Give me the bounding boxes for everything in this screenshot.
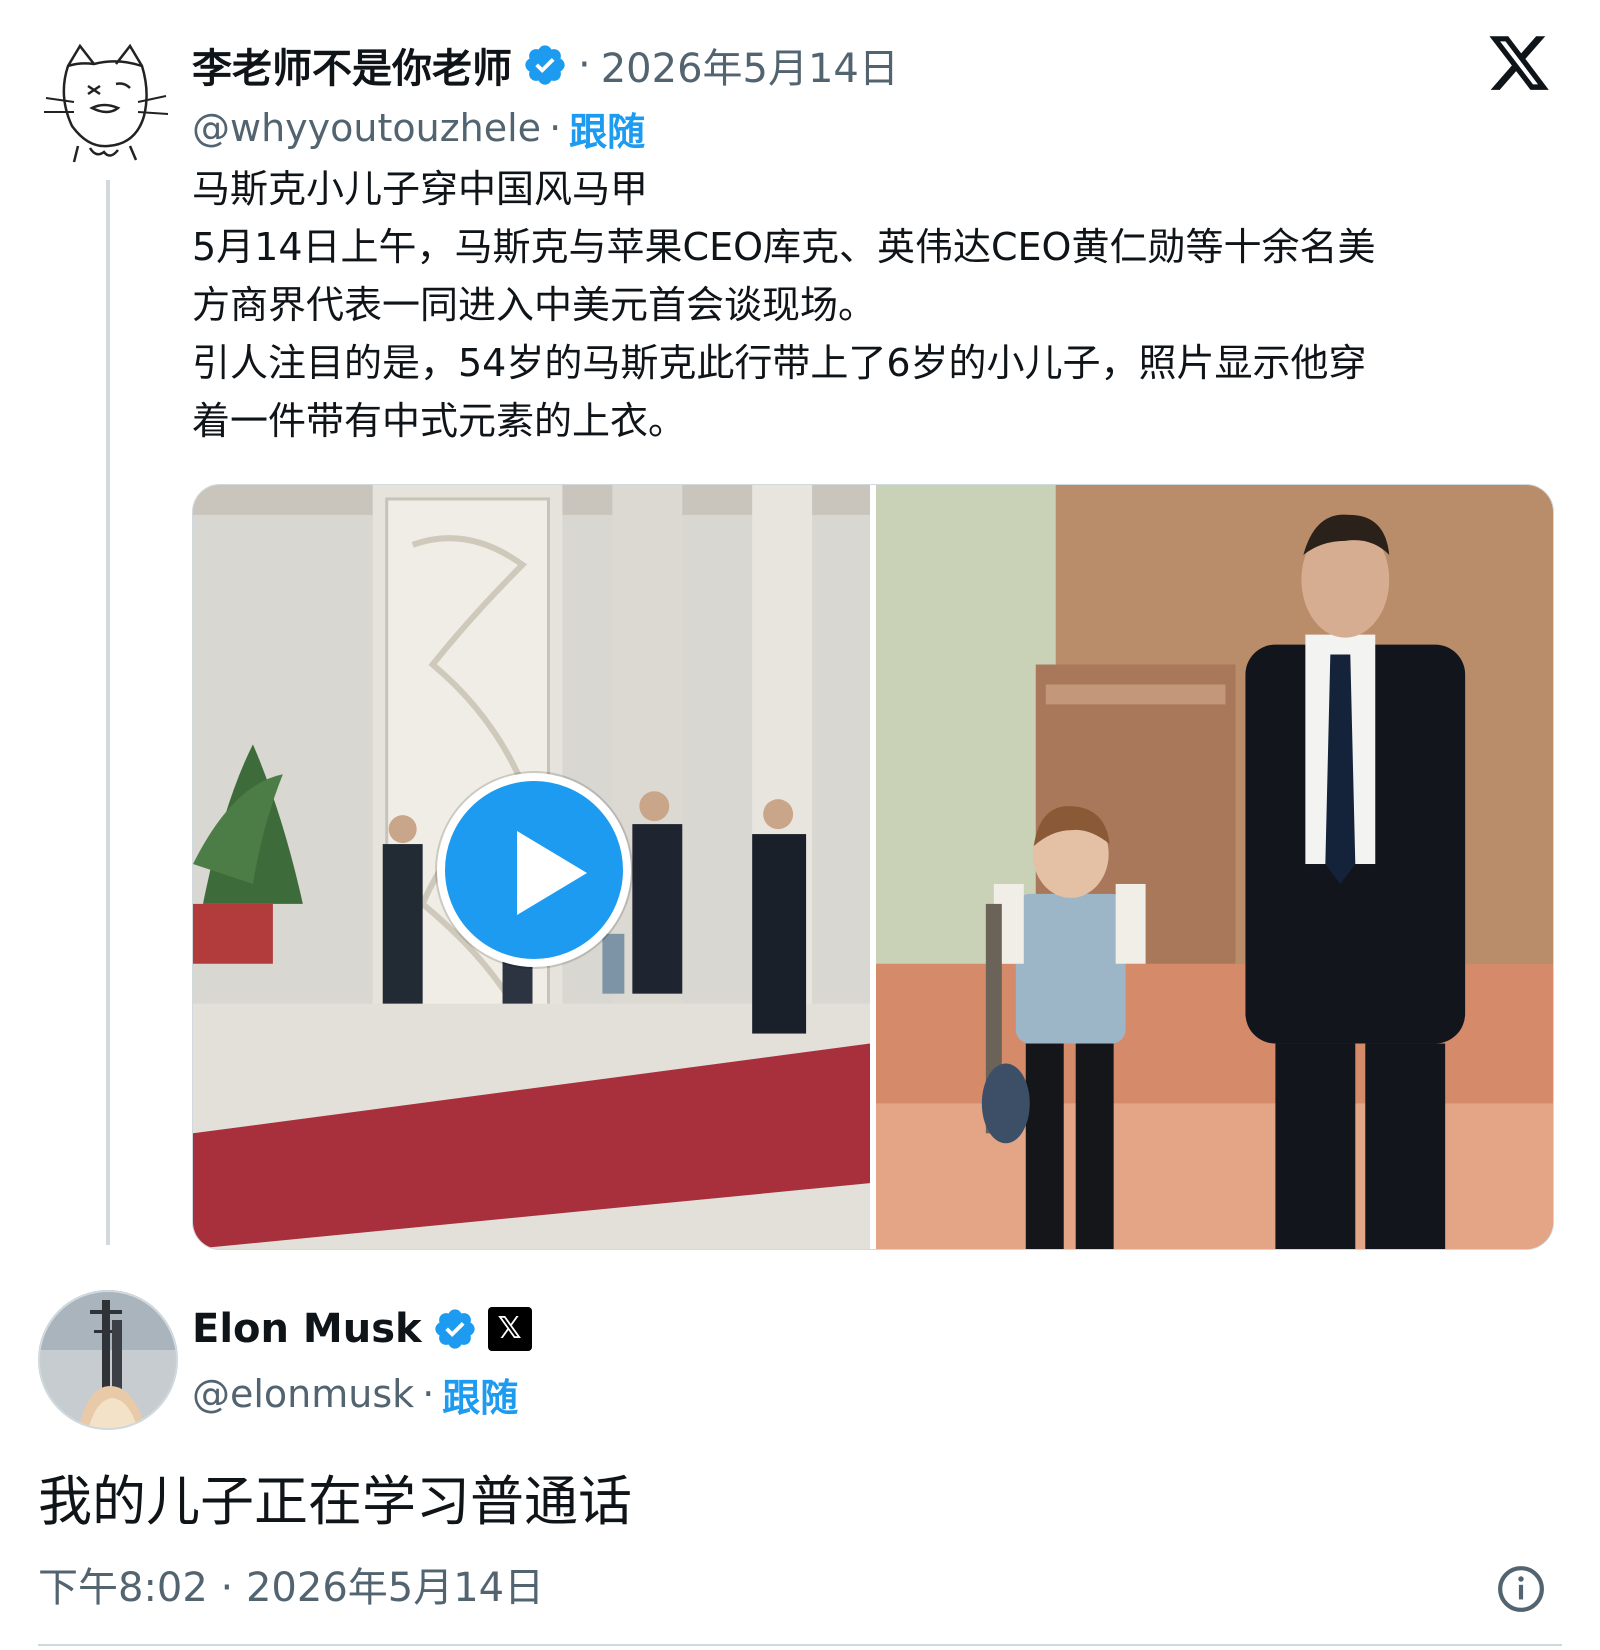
quoted-tweet-date[interactable]: 2026年5月14日 [601, 36, 899, 94]
video-thumbnail[interactable] [193, 485, 870, 1249]
follow-button[interactable]: 跟随 [569, 101, 645, 156]
handle-separator: · [549, 106, 562, 150]
quoted-text-line: 着一件带有中式元素的上衣。 [192, 399, 687, 443]
play-icon[interactable] [437, 773, 631, 967]
divider [38, 1644, 1562, 1646]
quoted-author-name[interactable]: 李老师不是你老师 [192, 36, 512, 94]
author-avatar[interactable] [38, 1290, 178, 1430]
info-icon[interactable] [1496, 1564, 1546, 1614]
header-separator: · [578, 42, 591, 88]
x-logo-icon[interactable] [1486, 30, 1552, 96]
main-tweet-header: Elon Musk 𝕏 [192, 1300, 532, 1358]
quoted-text-line: 引人注目的是，54岁的马斯克此行带上了6岁的小儿子，照片显示他穿 [192, 341, 1367, 385]
quoted-text-line: 5月14日上午，马斯克与苹果CEO库克、英伟达CEO黄仁勋等十余名美 [192, 225, 1376, 269]
quoted-text-line: 马斯克小儿子穿中国风马甲 [192, 167, 649, 211]
quoted-author-handle[interactable]: @whyyoutouzhele [192, 106, 541, 150]
thread-line [106, 180, 110, 1245]
tweet-timestamp[interactable]: 下午8:02 · 2026年5月14日 [38, 1558, 544, 1618]
photo-thumbnail[interactable] [875, 485, 1553, 1249]
quoted-tweet-text: 马斯克小儿子穿中国风马甲 5月14日上午，马斯克与苹果CEO库克、英伟达CEO黄… [192, 160, 1562, 450]
handle-separator: · [422, 1372, 435, 1416]
author-name[interactable]: Elon Musk [192, 1306, 422, 1352]
quoted-handle-row: @whyyoutouzhele · 跟随 [192, 100, 645, 156]
author-handle-row: @elonmusk · 跟随 [192, 1366, 518, 1422]
affiliate-badge[interactable]: 𝕏 [487, 1307, 532, 1351]
tweet-text: 我的儿子正在学习普通话 [38, 1470, 632, 1533]
affiliate-badge-label: 𝕏 [497, 1311, 522, 1346]
cat-sketch-icon [38, 36, 172, 170]
verified-badge-icon [525, 45, 565, 85]
tweet-card: 李老师不是你老师 · 2026年5月14日 @whyyoutouzhele · … [0, 0, 1600, 1650]
media-grid [192, 484, 1554, 1250]
author-handle[interactable]: @elonmusk [192, 1372, 414, 1416]
quoted-author-avatar[interactable] [38, 36, 172, 170]
quoted-text-line: 方商界代表一同进入中美元首会谈现场。 [192, 283, 877, 327]
walking-scene-image [875, 485, 1553, 1249]
verified-badge-icon [434, 1309, 475, 1349]
quoted-tweet-header: 李老师不是你老师 · 2026年5月14日 [192, 36, 899, 94]
rocket-launch-image [38, 1290, 178, 1430]
follow-button[interactable]: 跟随 [442, 1367, 518, 1422]
